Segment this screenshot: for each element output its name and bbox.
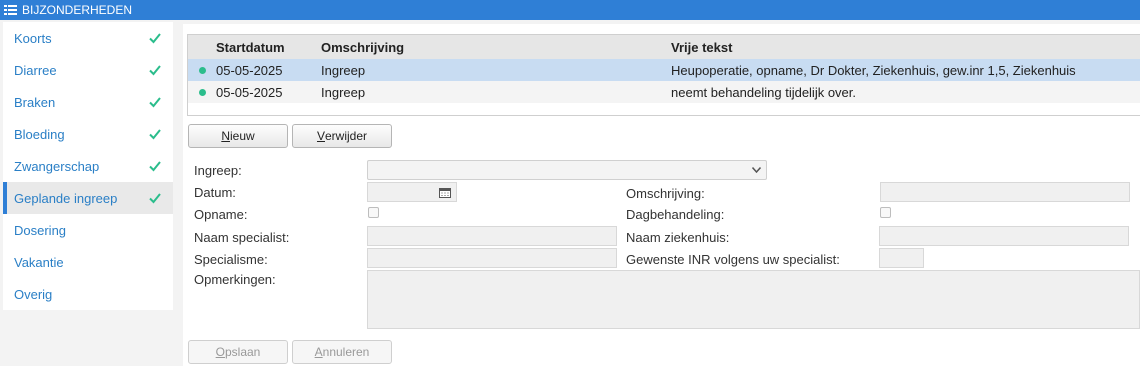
main-panel: Startdatum Omschrijving Vrije tekst 05-0… [183, 24, 1140, 366]
sidebar-item-vakantie[interactable]: Vakantie [3, 246, 173, 278]
sidebar-item-koorts[interactable]: Koorts [3, 22, 173, 54]
sidebar-item-diarree[interactable]: Diarree [3, 54, 173, 86]
sidebar-item-label: Braken [14, 94, 56, 110]
check-icon [149, 161, 161, 172]
gewenste-inr-field[interactable] [879, 248, 924, 268]
column-header-startdatum[interactable]: Startdatum [216, 40, 321, 55]
window-titlebar: BIJZONDERHEDEN [0, 0, 1140, 20]
delete-button-label: erwijder [325, 129, 368, 143]
chevron-down-icon [752, 167, 761, 173]
sidebar-item-zwangerschap[interactable]: Zwangerschap [3, 150, 173, 182]
cancel-button-label: nnuleren [322, 345, 370, 359]
omschrijving-field[interactable] [880, 182, 1130, 202]
cell-omschrijving: Ingreep [321, 62, 366, 78]
cancel-button-hotkey: A [314, 345, 323, 359]
opmerkingen-textarea[interactable] [367, 270, 1140, 329]
sidebar-item-overig[interactable]: Overig [3, 278, 173, 310]
sidebar-item-label: Vakantie [14, 254, 64, 270]
grid-header: Startdatum Omschrijving Vrije tekst [188, 35, 1140, 59]
column-header-omschrijving[interactable]: Omschrijving [321, 40, 671, 55]
table-row[interactable]: 05-05-2025 Ingreep Heupoperatie, opname,… [188, 59, 1140, 81]
specialisme-label: Specialisme: [194, 252, 268, 267]
status-dot-icon [198, 88, 206, 96]
opname-checkbox[interactable] [368, 207, 379, 218]
sidebar-item-label: Overig [14, 286, 53, 302]
new-button[interactable]: Nieuw [188, 124, 288, 148]
ingreep-grid: Startdatum Omschrijving Vrije tekst 05-0… [187, 34, 1140, 116]
cell-vrije-tekst: neemt behandeling tijdelijk over. [671, 84, 857, 100]
datum-field[interactable] [367, 182, 457, 202]
sidebar-item-geplande-ingreep[interactable]: Geplande ingreep [3, 182, 173, 214]
sidebar-item-label: Bloeding [14, 126, 65, 142]
cell-startdatum: 05-05-2025 [216, 84, 283, 100]
new-button-hotkey: N [221, 129, 230, 143]
window-title: BIJZONDERHEDEN [22, 3, 133, 17]
naam-specialist-field[interactable] [367, 226, 617, 246]
check-icon [149, 129, 161, 140]
save-button-label: pslaan [224, 345, 261, 359]
cell-startdatum: 05-05-2025 [216, 62, 283, 78]
cancel-button[interactable]: Annuleren [292, 340, 392, 364]
check-icon [149, 193, 161, 204]
sidebar-item-bloeding[interactable]: Bloeding [3, 118, 173, 150]
sidebar-item-label: Koorts [14, 30, 52, 46]
ingreep-label: Ingreep: [194, 163, 242, 178]
datum-label: Datum: [194, 185, 236, 200]
sidebar-item-braken[interactable]: Braken [3, 86, 173, 118]
sidebar-item-label: Dosering [14, 222, 67, 238]
sidebar-item-label: Zwangerschap [14, 158, 100, 174]
naam-ziekenhuis-label: Naam ziekenhuis: [626, 230, 730, 245]
delete-button[interactable]: Verwijder [292, 124, 392, 148]
column-header-vrije-tekst[interactable]: Vrije tekst [671, 40, 1140, 55]
delete-button-hotkey: V [316, 129, 325, 143]
new-button-label: ieuw [229, 129, 255, 143]
specialisme-field[interactable] [367, 248, 617, 268]
ingreep-select[interactable] [367, 160, 767, 180]
sidebar-item-dosering[interactable]: Dosering [3, 214, 173, 246]
omschrijving-label: Omschrijving: [626, 186, 705, 201]
dagbehandeling-label: Dagbehandeling: [626, 207, 725, 222]
calendar-icon[interactable] [439, 187, 451, 198]
cell-omschrijving: Ingreep [321, 84, 366, 100]
status-dot-icon [198, 66, 206, 74]
check-icon [149, 97, 161, 108]
naam-ziekenhuis-field[interactable] [879, 226, 1129, 246]
dagbehandeling-checkbox[interactable] [880, 207, 891, 218]
cell-vrije-tekst: Heupoperatie, opname, Dr Dokter, Ziekenh… [671, 62, 1076, 78]
sidebar-item-label: Diarree [14, 62, 57, 78]
list-icon [4, 4, 17, 16]
opname-label: Opname: [194, 207, 248, 222]
opmerkingen-label: Opmerkingen: [194, 272, 276, 287]
naam-specialist-label: Naam specialist: [194, 230, 290, 245]
sidebar: Koorts Diarree Braken Bloeding Zwangersc… [3, 22, 173, 310]
check-icon [149, 33, 161, 44]
sidebar-item-label: Geplande ingreep [14, 190, 118, 206]
save-button[interactable]: Opslaan [188, 340, 288, 364]
check-icon [149, 65, 161, 76]
gewenste-inr-label: Gewenste INR volgens uw specialist: [626, 252, 840, 267]
save-button-hotkey: O [215, 345, 225, 359]
table-row[interactable]: 05-05-2025 Ingreep neemt behandeling tij… [188, 81, 1140, 103]
